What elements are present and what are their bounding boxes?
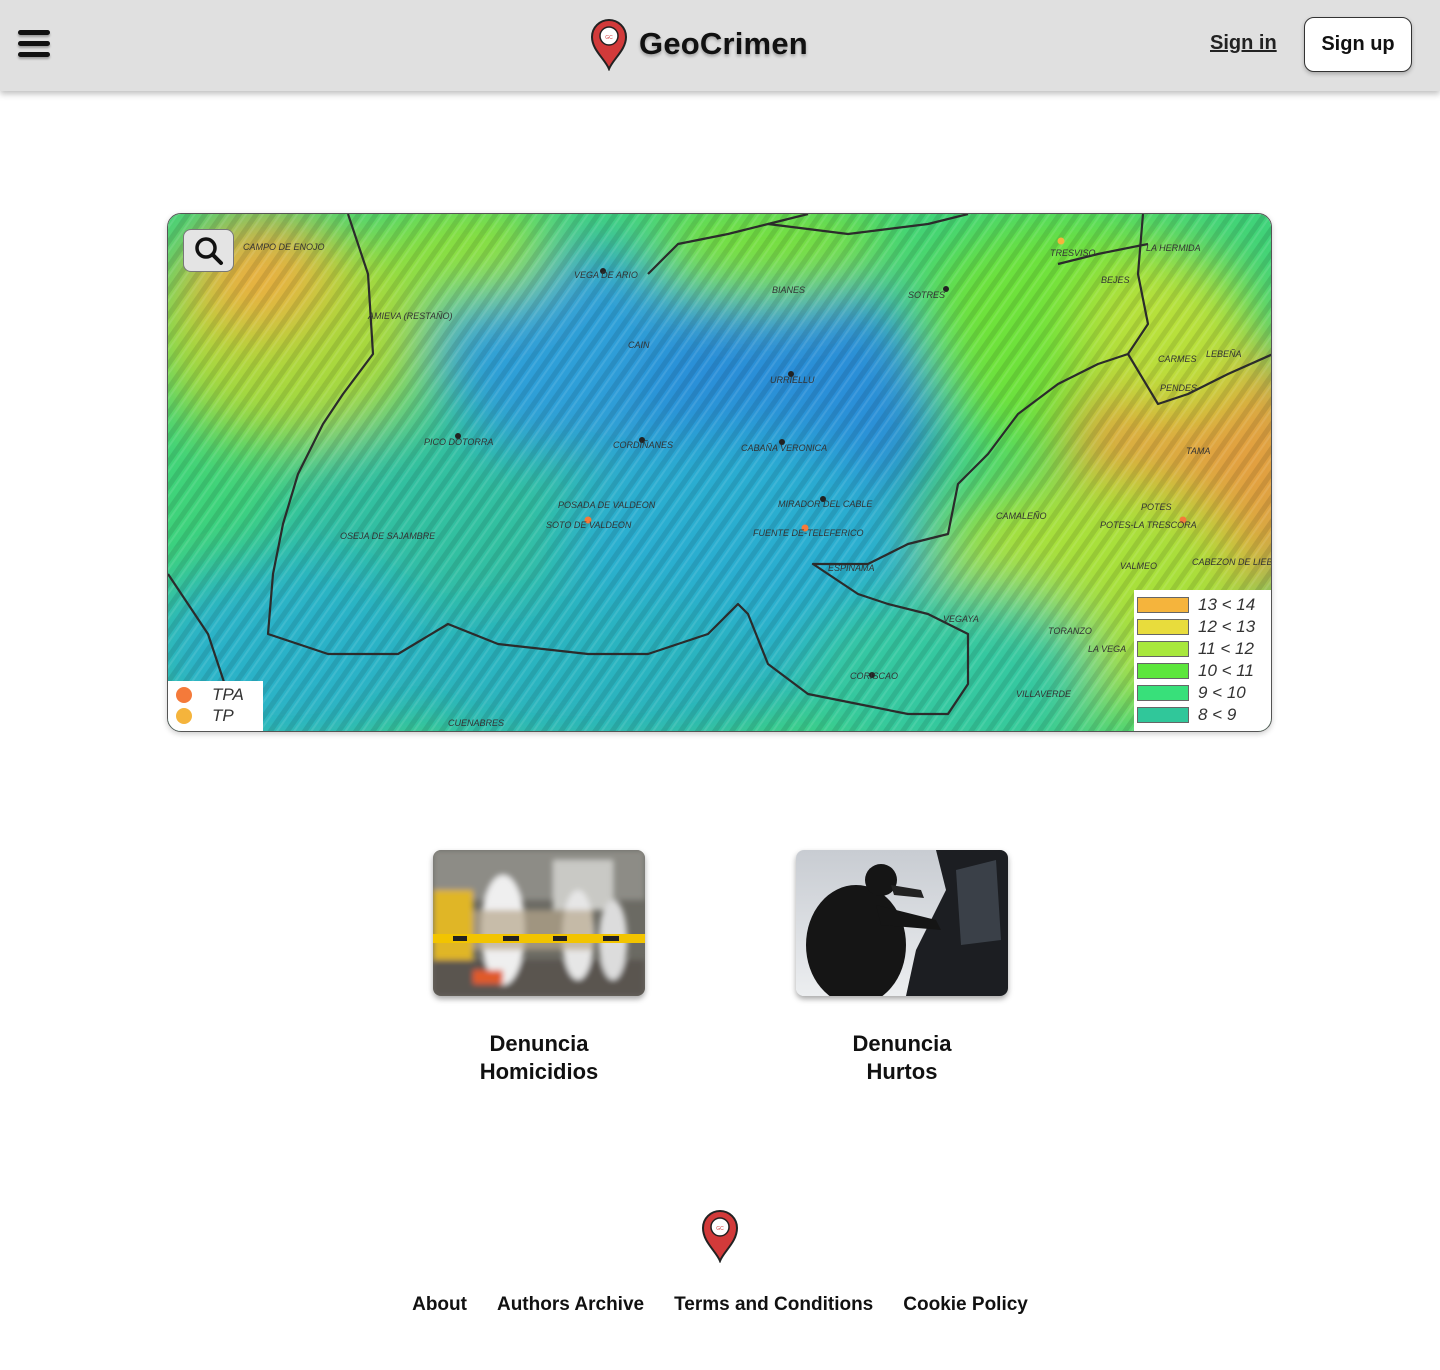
- place-label: SOTRES: [908, 290, 946, 300]
- legend-range-row: 12 < 13: [1134, 616, 1271, 638]
- legend-range-label: 8 < 9: [1198, 705, 1237, 724]
- legend-range-row: 8 < 9: [1134, 704, 1271, 726]
- footer-link-authors-archive[interactable]: Authors Archive: [497, 1294, 644, 1316]
- place-label: VALMEO: [1120, 561, 1158, 571]
- legend-range-label: 12 < 13: [1198, 617, 1256, 636]
- map-pin-logo-icon: GC: [590, 19, 628, 71]
- place-label: PICO DOTORRA: [424, 437, 494, 447]
- place-label: TRESVISO: [1050, 248, 1096, 258]
- place-label: VEGA DE ARIO: [574, 270, 638, 280]
- place-label: TORANZO: [1048, 626, 1092, 636]
- card-title: Denuncia Homicidios: [433, 1030, 645, 1086]
- card-title-line: Denuncia: [852, 1031, 952, 1056]
- legend-swatch: [1137, 619, 1189, 635]
- place-label: POTES: [1141, 502, 1172, 512]
- hamburger-menu-icon[interactable]: [18, 30, 52, 60]
- map-point-legend: TPA TP: [168, 681, 263, 731]
- place-label: CORDIÑANES: [613, 440, 674, 450]
- sign-up-button[interactable]: Sign up: [1304, 17, 1412, 72]
- place-label: TAMA: [1186, 446, 1211, 456]
- legend-range-row: 11 < 12: [1134, 638, 1271, 660]
- card-title-line: Denuncia: [489, 1031, 589, 1056]
- footer-link-terms[interactable]: Terms and Conditions: [674, 1294, 873, 1316]
- search-icon: [194, 236, 223, 265]
- legend-dot: [176, 687, 192, 703]
- brand-logo[interactable]: GC GeoCrimen: [588, 16, 808, 72]
- top-navigation-bar: GC GeoCrimen Sign in Sign up: [0, 0, 1440, 91]
- place-label: SOTO DE VALDEON: [546, 520, 632, 530]
- report-homicides-card[interactable]: Denuncia Homicidios: [433, 850, 645, 1086]
- legend-point-label: TP: [212, 706, 234, 725]
- footer-links: About Authors Archive Terms and Conditio…: [0, 1294, 1440, 1316]
- legend-swatch: [1137, 641, 1189, 657]
- homicide-scene-image: [433, 850, 645, 996]
- heat-map-image: [168, 214, 1271, 731]
- place-label: LA VEGA: [1088, 644, 1127, 654]
- place-label: CAMPO DE ENOJO: [243, 242, 325, 252]
- place-label: PENDES: [1160, 383, 1198, 393]
- legend-range-row: 10 < 11: [1134, 660, 1271, 682]
- card-title: Denuncia Hurtos: [796, 1030, 1008, 1086]
- legend-range-label: 11 < 12: [1198, 639, 1254, 658]
- card-title-line: Homicidios: [479, 1059, 599, 1084]
- place-label: CARMES: [1158, 354, 1197, 364]
- place-label: VILLAVERDE: [1016, 689, 1072, 699]
- map-range-legend: 13 < 14 12 < 13 11 < 12 10 < 11 9 < 10 8 < 9: [1134, 590, 1271, 731]
- car-theft-image: [796, 850, 1008, 996]
- place-label: AMIEVA (RESTAÑO): [368, 311, 453, 321]
- place-label: CORISCAO: [850, 671, 899, 681]
- report-thefts-card[interactable]: Denuncia Hurtos: [796, 850, 1008, 1086]
- card-title-line: Hurtos: [866, 1059, 938, 1084]
- place-label: ESPINAMA: [828, 563, 875, 573]
- legend-range-label: 13 < 14: [1198, 595, 1256, 614]
- place-label: CABEZON DE LIEBANA: [1192, 557, 1272, 567]
- legend-range-row: 13 < 14: [1134, 594, 1271, 616]
- place-label: CABAÑA VERONICA: [741, 443, 828, 453]
- legend-swatch: [1137, 707, 1189, 723]
- map-search-button[interactable]: [183, 229, 234, 272]
- legend-range-label: 10 < 11: [1198, 661, 1254, 680]
- legend-swatch: [1137, 685, 1189, 701]
- legend-dot: [176, 708, 192, 724]
- svg-text:GC: GC: [716, 1226, 724, 1232]
- brand-name: GeoCrimen: [639, 26, 808, 61]
- place-label: OSEJA DE SAJAMBRE: [340, 531, 436, 541]
- place-label: CAMALEÑO: [996, 511, 1047, 521]
- place-label: POTES-LA TRESCORA: [1100, 520, 1197, 530]
- legend-range-row: 9 < 10: [1134, 682, 1271, 704]
- place-label: MIRADOR DEL CABLE: [778, 499, 873, 509]
- place-label: LEBEÑA: [1206, 349, 1242, 359]
- place-label: FUENTE DE-TELEFERICO: [753, 528, 864, 538]
- legend-range-label: 9 < 10: [1198, 683, 1246, 702]
- sign-in-link[interactable]: Sign in: [1210, 32, 1277, 55]
- svg-text:GC: GC: [605, 35, 613, 41]
- footer-link-cookie-policy[interactable]: Cookie Policy: [903, 1294, 1028, 1316]
- place-label: BEJES: [1101, 275, 1130, 285]
- footer-map-pin-logo-icon[interactable]: GC: [699, 1207, 741, 1263]
- place-label: POSADA DE VALDEON: [558, 500, 656, 510]
- legend-swatch: [1137, 597, 1189, 613]
- place-label: BIANES: [772, 285, 806, 295]
- place-label: URRIELLU: [770, 375, 815, 385]
- legend-swatch: [1137, 663, 1189, 679]
- place-label: CAIN: [628, 340, 650, 350]
- place-label: VEGAYA: [943, 614, 979, 624]
- footer-link-about[interactable]: About: [412, 1294, 467, 1316]
- legend-point-label: TPA: [212, 685, 244, 704]
- crime-heat-map[interactable]: CAMPO DE ENOJO VEGA DE ARIO BIANES SOTRE…: [167, 213, 1272, 732]
- legend-point-row: TP: [176, 706, 234, 726]
- legend-point-row: TPA: [176, 685, 244, 705]
- place-label: CUENABRES: [448, 718, 505, 728]
- place-label: LA HERMIDA: [1146, 243, 1201, 253]
